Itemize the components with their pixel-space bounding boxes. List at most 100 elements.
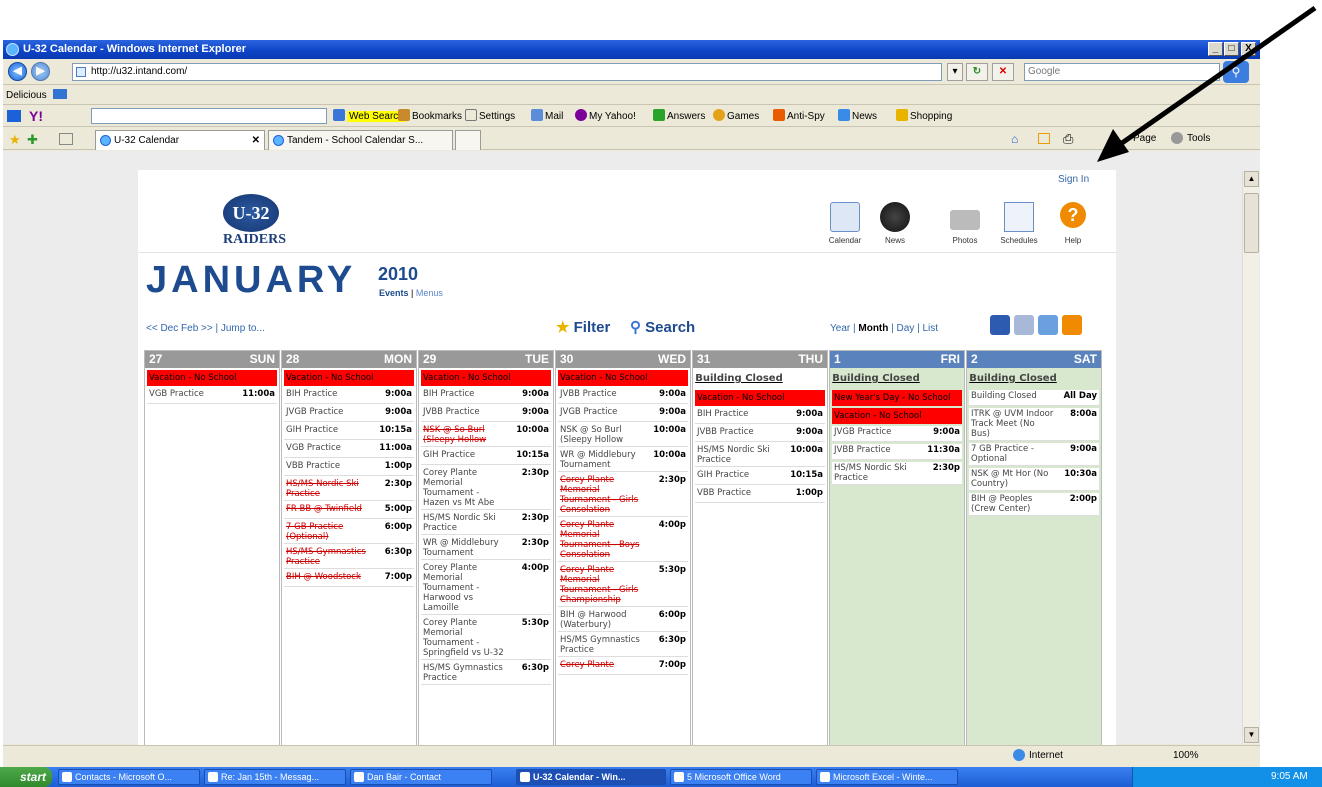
calendar-event[interactable]: Corey Plante Memorial Tournament - Sprin… xyxy=(421,617,551,660)
task-contacts[interactable]: Contacts - Microsoft O... xyxy=(58,769,200,785)
calendar-event[interactable]: WR @ Middlebury Tournament 2:30p xyxy=(421,537,551,560)
yahoo-antispy-button[interactable]: Anti-Spy xyxy=(773,106,825,127)
calendar-event[interactable]: BIH @ Peoples (Crew Center) 2:00p xyxy=(969,493,1099,516)
page-menu[interactable]: Page xyxy=(1133,133,1156,144)
tab-tandem[interactable]: Tandem - School Calendar S... xyxy=(268,130,453,150)
calendar-event[interactable]: BIH Practice 9:00a xyxy=(695,408,825,424)
calendar-event[interactable]: HS/MS Gymnastics Practice 6:30p xyxy=(421,662,551,685)
zoom-level[interactable]: 100% xyxy=(1173,750,1199,761)
schedule-list-icon[interactable] xyxy=(1004,202,1034,232)
no-school-banner[interactable]: Vacation - No School xyxy=(558,370,688,386)
calendar-event[interactable]: GIH Practice 10:15a xyxy=(421,449,551,465)
camera-icon[interactable] xyxy=(950,210,980,230)
help-icon[interactable]: ? xyxy=(1060,202,1086,228)
delicious-label[interactable]: Delicious xyxy=(6,90,47,101)
calendar-event[interactable]: BIH @ Harwood (Waterbury) 6:00p xyxy=(558,609,688,632)
scroll-down-icon[interactable]: ▼ xyxy=(1244,727,1259,743)
calendar-event[interactable]: BIH Practice 9:00a xyxy=(421,388,551,404)
calendar-event[interactable]: JVGB Practice 9:00a xyxy=(284,406,414,422)
home-icon[interactable]: ⌂ xyxy=(1011,132,1018,146)
yahoo-web-search-button[interactable]: Web Search xyxy=(333,106,406,127)
yahoo-answers-button[interactable]: Answers xyxy=(653,106,705,127)
month-nav[interactable]: << Dec Feb >> | Jump to... xyxy=(146,323,265,334)
calendar-event[interactable]: NSK @ So Burl (Sleepy Hollow 10:00a xyxy=(558,424,688,447)
no-school-banner[interactable]: Vacation - No School xyxy=(832,408,962,424)
task-dan-bair[interactable]: Dan Bair - Contact xyxy=(350,769,492,785)
u32-logo[interactable]: U-32 xyxy=(223,194,279,232)
sign-in-link[interactable]: Sign In xyxy=(1058,174,1089,185)
yahoo-settings-button[interactable]: Settings xyxy=(465,106,515,127)
calendar-event[interactable]: JVBB Practice 9:00a xyxy=(421,406,551,422)
calendar-event[interactable]: VGB Practice 11:00a xyxy=(147,388,277,404)
task-word[interactable]: 5 Microsoft Office Word xyxy=(670,769,812,785)
day-header[interactable]: 29 TUE xyxy=(419,351,553,368)
building-closed-banner[interactable]: Building Closed xyxy=(969,370,1099,388)
url-dropdown-icon[interactable]: ▾ xyxy=(947,63,963,81)
day-header[interactable]: 28 MON xyxy=(282,351,416,368)
no-school-banner[interactable]: Vacation - No School xyxy=(147,370,277,386)
tab-u32-calendar[interactable]: U-32 Calendar ✕ xyxy=(95,130,265,150)
calendar-event[interactable]: 7 GB Practice (Optional) 6:00p xyxy=(284,521,414,544)
yahoo-news-button[interactable]: News xyxy=(838,106,877,127)
no-school-banner[interactable]: Vacation - No School xyxy=(421,370,551,386)
calendar-event[interactable]: HS/MS Nordic Ski Practice 10:00a xyxy=(695,444,825,467)
maximize-button[interactable]: □ xyxy=(1224,42,1239,56)
calendar-event[interactable]: VGB Practice 11:00a xyxy=(284,442,414,458)
no-school-banner[interactable]: New Year's Day - No School xyxy=(832,390,962,406)
calendar-event[interactable]: BIH Practice 9:00a xyxy=(284,388,414,404)
calendar-event[interactable]: 7 GB Practice - Optional 9:00a xyxy=(969,443,1099,466)
calendar-event[interactable]: FR BB @ Twinfield 5:00p xyxy=(284,503,414,519)
task-u32-calendar[interactable]: U-32 Calendar - Win... xyxy=(516,769,666,785)
quick-tabs-icon[interactable] xyxy=(59,133,73,145)
tools-menu[interactable]: Tools xyxy=(1187,133,1210,144)
close-button[interactable]: X xyxy=(1241,42,1256,56)
stop-icon[interactable]: ✕ xyxy=(992,63,1014,81)
calendar-event[interactable]: NSK @ So Burl (Sleepy Hollow 10:00a xyxy=(421,424,551,447)
yahoo-logo-icon[interactable]: Y! xyxy=(29,107,43,125)
start-button[interactable]: start xyxy=(0,767,52,787)
view-year[interactable]: Year xyxy=(830,323,850,334)
print-icon[interactable]: ⎙ xyxy=(1063,131,1073,147)
calendar-event[interactable]: VBB Practice 1:00p xyxy=(284,460,414,476)
calendar-event[interactable]: JVBB Practice 9:00a xyxy=(558,388,688,404)
calendar-event[interactable]: JVGB Practice 9:00a xyxy=(558,406,688,422)
grid-view-icon[interactable] xyxy=(990,315,1010,335)
nav-news[interactable]: News xyxy=(870,236,920,245)
yahoo-bookmarks-button[interactable]: Bookmarks xyxy=(398,106,462,127)
back-icon[interactable]: ◀ xyxy=(8,62,27,81)
url-input[interactable]: http://u32.intand.com/ xyxy=(72,63,942,81)
print-icon[interactable] xyxy=(1014,315,1034,335)
calendar-event[interactable]: Corey Plante Memorial Tournament - Boys … xyxy=(558,519,688,562)
calendar-event[interactable]: ITRK @ UVM Indoor Track Meet (No Bus) 8:0… xyxy=(969,408,1099,441)
calendar-event[interactable]: HS/MS Nordic Ski Practice 2:30p xyxy=(832,462,962,485)
search-icon[interactable]: ⚲ xyxy=(1223,61,1249,83)
export-icon[interactable] xyxy=(1038,315,1058,335)
nav-schedules[interactable]: Schedules xyxy=(994,236,1044,245)
task-excel[interactable]: Microsoft Excel - Winte... xyxy=(816,769,958,785)
search-input[interactable]: Google xyxy=(1024,63,1220,81)
view-month[interactable]: Month xyxy=(858,323,888,334)
nav-calendar[interactable]: Calendar xyxy=(820,236,870,245)
calendar-event[interactable]: VBB Practice 1:00p xyxy=(695,487,825,503)
nav-photos[interactable]: Photos xyxy=(940,236,990,245)
mail-icon[interactable] xyxy=(7,110,21,122)
calendar-event[interactable]: Corey Plante Memorial Tournament - Girls… xyxy=(558,474,688,517)
day-header[interactable]: 1 FRI xyxy=(830,351,964,368)
yahoo-shopping-button[interactable]: Shopping xyxy=(896,106,952,127)
calendar-event[interactable]: NSK @ Mt Hor (No Country) 10:30a xyxy=(969,468,1099,491)
favorites-star-icon[interactable]: ★ xyxy=(9,132,21,148)
calendar-event[interactable]: JVBB Practice 11:30a xyxy=(832,444,962,460)
no-school-banner[interactable]: Vacation - No School xyxy=(284,370,414,386)
menus-link[interactable]: Menus xyxy=(416,288,443,298)
delicious-icon[interactable] xyxy=(53,89,68,99)
scroll-thumb[interactable] xyxy=(1244,193,1259,253)
new-tab-button[interactable] xyxy=(455,130,481,150)
events-link[interactable]: Events xyxy=(379,288,409,298)
calendar-event[interactable]: HS/MS Nordic Ski Practice 2:30p xyxy=(421,512,551,535)
calendar-event[interactable]: GIH Practice 10:15a xyxy=(284,424,414,440)
day-header[interactable]: 31 THU xyxy=(693,351,827,368)
title-bar[interactable]: U-32 Calendar - Windows Internet Explore… xyxy=(3,40,1260,59)
view-list[interactable]: List xyxy=(922,323,938,334)
minimize-button[interactable]: _ xyxy=(1208,42,1223,56)
yahoo-mail-button[interactable]: Mail xyxy=(531,106,563,127)
